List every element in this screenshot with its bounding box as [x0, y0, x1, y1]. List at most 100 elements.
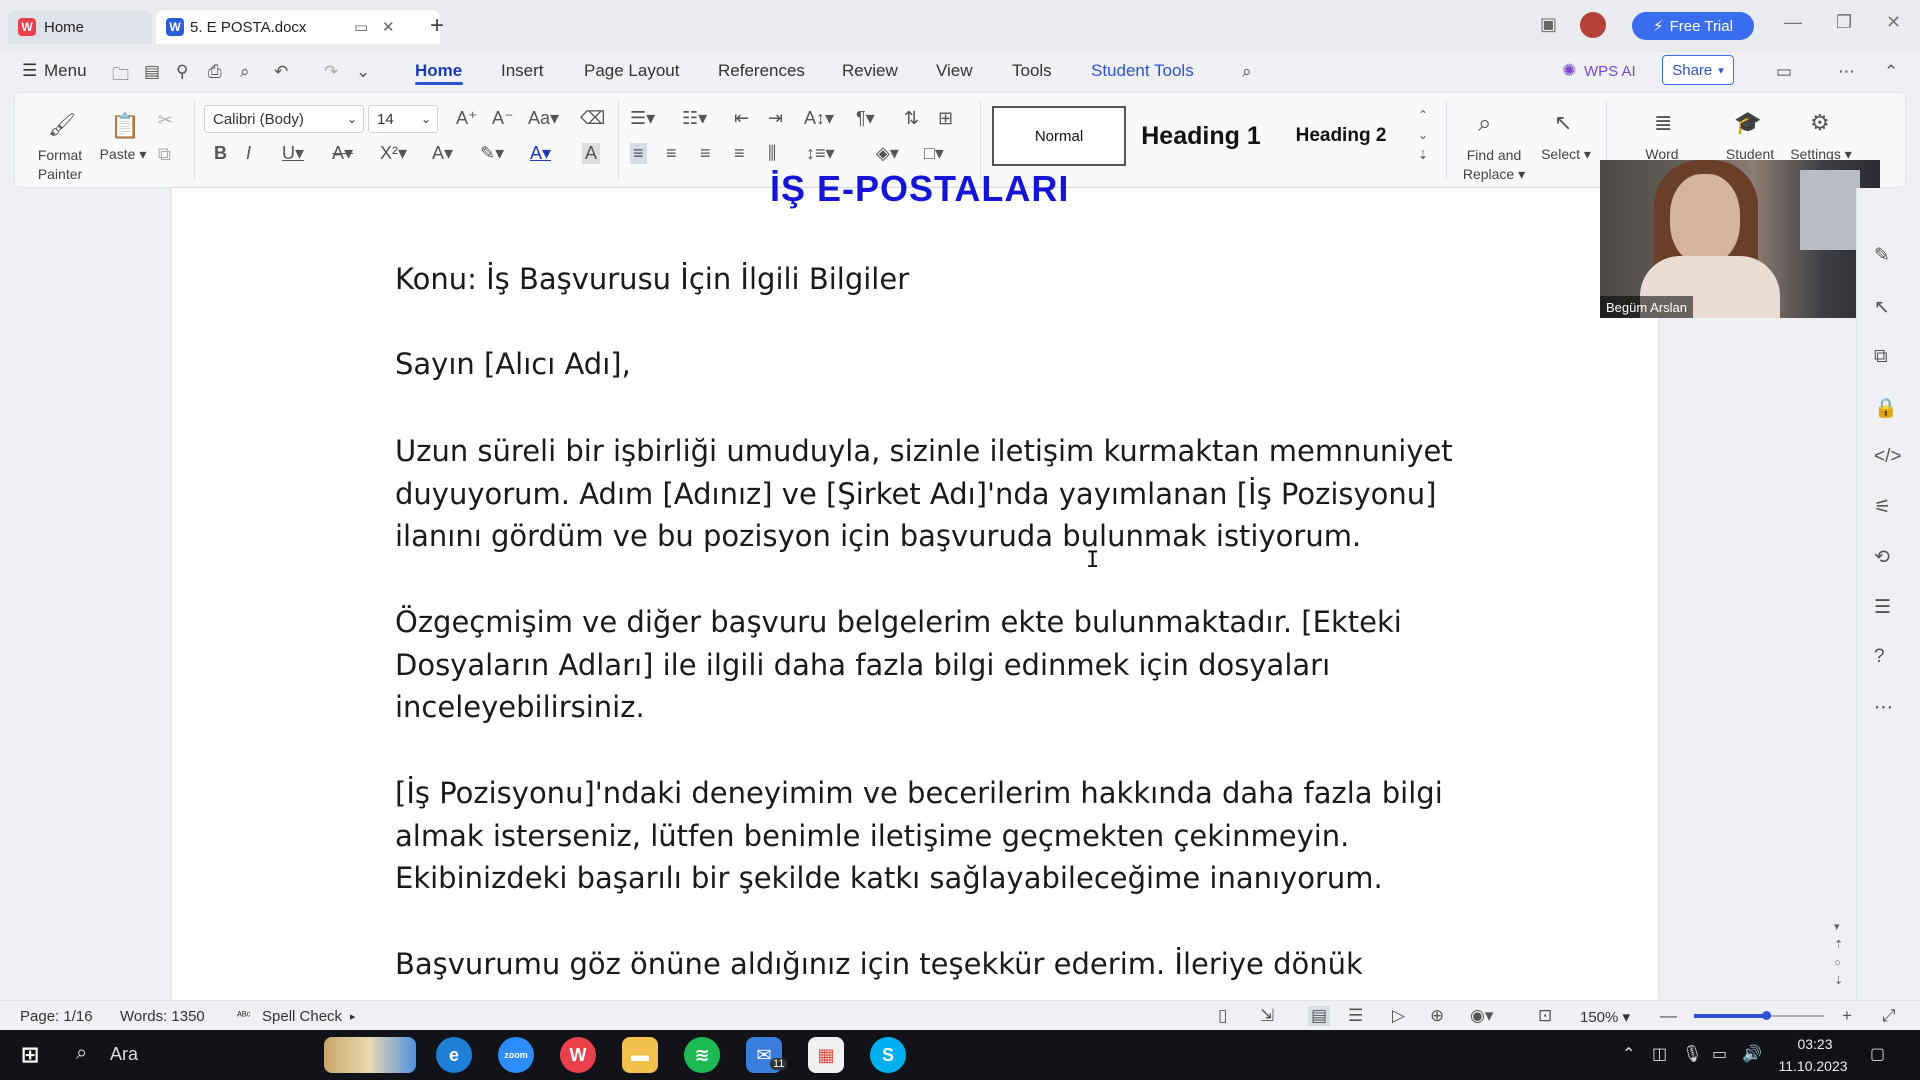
- menu-page-layout[interactable]: Page Layout: [584, 61, 679, 81]
- wps-ai-button[interactable]: WPS AI: [1584, 63, 1636, 80]
- page-indicator[interactable]: Page: 1/16: [20, 1008, 93, 1025]
- undo-icon[interactable]: ↶: [274, 62, 288, 82]
- table-icon[interactable]: ⊞: [938, 108, 953, 129]
- skype-icon[interactable]: S: [870, 1037, 906, 1073]
- underline-icon[interactable]: U▾: [282, 143, 304, 164]
- print-icon[interactable]: ⎙: [208, 62, 222, 82]
- menu-tools[interactable]: Tools: [1012, 61, 1052, 81]
- spotify-icon[interactable]: ≋: [684, 1037, 720, 1073]
- tab-close-icon[interactable]: ✕: [382, 18, 395, 36]
- export-icon[interactable]: ⇲: [1260, 1006, 1274, 1026]
- menu-view[interactable]: View: [936, 61, 973, 81]
- spell-check-button[interactable]: Spell Check: [262, 1008, 342, 1025]
- share-button[interactable]: Share ▾: [1662, 55, 1734, 85]
- find-replace-button[interactable]: Find and Replace ▾: [1452, 146, 1536, 184]
- font-size-select[interactable]: 14 ⌄: [368, 105, 438, 133]
- numbered-list-icon[interactable]: ☷▾: [682, 108, 707, 129]
- webcam-overlay[interactable]: Begüm Arslan: [1600, 160, 1880, 318]
- paragraph-2[interactable]: Özgeçmişim ve diğer başvuru belgelerim e…: [395, 601, 1455, 729]
- tab-home[interactable]: W Home: [8, 10, 152, 44]
- close-window-icon[interactable]: ✕: [1886, 12, 1901, 33]
- comment-icon[interactable]: ▭: [1776, 62, 1792, 82]
- menu-review[interactable]: Review: [842, 61, 898, 81]
- store-icon[interactable]: ▦: [808, 1037, 844, 1073]
- align-right-icon[interactable]: ≡: [700, 143, 711, 164]
- subject-line[interactable]: Konu: İş Başvurusu İçin İlgili Bilgiler: [395, 258, 1455, 301]
- clear-format-icon[interactable]: ⌫: [580, 108, 605, 129]
- widgets-icon[interactable]: [324, 1037, 416, 1073]
- line-spacing-icon[interactable]: ↕≡▾: [806, 143, 835, 164]
- free-trial-button[interactable]: ⚡ Free Trial: [1632, 12, 1754, 40]
- bold-icon[interactable]: B: [214, 143, 227, 164]
- wps-app-icon[interactable]: W: [560, 1037, 596, 1073]
- battery-icon[interactable]: ▭: [1712, 1044, 1727, 1064]
- increase-indent-icon[interactable]: ⇥: [768, 108, 783, 129]
- tab-document[interactable]: W 5. E POSTA.docx ▭ ✕: [156, 10, 440, 44]
- new-tab-icon[interactable]: +: [430, 12, 444, 40]
- print-layout-icon[interactable]: ▤: [1308, 1006, 1331, 1026]
- hamburger-icon[interactable]: ☰: [22, 61, 37, 81]
- search-icon[interactable]: ⌕: [76, 1042, 87, 1065]
- quick-access-more-icon[interactable]: ⌄: [356, 62, 370, 82]
- zoom-out-icon[interactable]: —: [1660, 1006, 1677, 1026]
- tray-expand-icon[interactable]: ⌃: [1622, 1044, 1635, 1064]
- strikethrough-icon[interactable]: A▾: [332, 143, 353, 164]
- styles-expand-icon[interactable]: ⇣: [1418, 148, 1428, 162]
- justify-icon[interactable]: ≡: [734, 143, 745, 164]
- shading-icon[interactable]: ◈▾: [876, 143, 899, 164]
- change-case-icon[interactable]: Aa▾: [528, 108, 559, 129]
- windows-start-icon[interactable]: ⊞: [12, 1037, 48, 1073]
- clock-time[interactable]: 03:23: [1780, 1036, 1850, 1052]
- distributed-icon[interactable]: ⫼: [768, 143, 776, 164]
- layout-icon[interactable]: ▣: [1540, 14, 1557, 35]
- word-count[interactable]: Words: 1350: [120, 1008, 205, 1025]
- text-effect-icon[interactable]: A▾: [432, 143, 453, 164]
- collapse-ribbon-icon[interactable]: ⌃: [1884, 62, 1898, 82]
- select-button[interactable]: Select ▾: [1536, 146, 1596, 163]
- copy-icon[interactable]: ⧉: [158, 144, 171, 165]
- menu-insert[interactable]: Insert: [501, 61, 544, 81]
- decrease-indent-icon[interactable]: ⇤: [734, 108, 749, 129]
- align-center-icon[interactable]: ≡: [666, 143, 677, 164]
- styles-scroll-down-icon[interactable]: ⌄: [1418, 128, 1428, 142]
- italic-icon[interactable]: I: [246, 143, 251, 164]
- font-color-icon[interactable]: A▾: [530, 143, 551, 164]
- paragraph-3[interactable]: [İş Pozisyonu]'ndaki deneyimim ve beceri…: [395, 772, 1455, 900]
- char-shading-icon[interactable]: A: [582, 143, 601, 164]
- paste-button[interactable]: Paste ▾: [98, 146, 148, 163]
- increase-font-icon[interactable]: A⁺: [456, 108, 478, 129]
- restore-icon[interactable]: ❐: [1836, 12, 1852, 33]
- edge-icon[interactable]: e: [436, 1037, 472, 1073]
- text-direction-icon[interactable]: A↕▾: [804, 108, 834, 129]
- history-icon[interactable]: ⟲: [1874, 546, 1890, 569]
- zoom-app-icon[interactable]: zoom: [498, 1037, 534, 1073]
- style-normal[interactable]: Normal: [992, 106, 1126, 166]
- list-icon[interactable]: ☰: [1874, 596, 1891, 619]
- meet-now-icon[interactable]: ◫: [1652, 1044, 1667, 1064]
- fit-page-icon[interactable]: ⊡: [1538, 1006, 1552, 1026]
- menu-student-tools[interactable]: Student Tools: [1091, 61, 1194, 81]
- greeting-line[interactable]: Sayın [Alıcı Adı],: [395, 343, 1455, 386]
- play-icon[interactable]: ▷: [1392, 1006, 1405, 1026]
- superscript-icon[interactable]: X²▾: [380, 143, 407, 164]
- pen-icon[interactable]: ✎: [1874, 244, 1890, 267]
- more-icon[interactable]: ⋯: [1874, 696, 1893, 719]
- print-preview-icon[interactable]: ⌕: [240, 62, 250, 82]
- paragraph-mark-icon[interactable]: ¶▾: [856, 108, 875, 129]
- avatar[interactable]: [1580, 12, 1606, 38]
- search-icon[interactable]: ⌕: [1242, 62, 1252, 82]
- cut-icon[interactable]: ✂: [158, 110, 173, 131]
- zoom-in-icon[interactable]: +: [1842, 1006, 1852, 1026]
- volume-icon[interactable]: 🔊: [1742, 1044, 1762, 1064]
- crop-icon[interactable]: ⧉: [1874, 346, 1888, 368]
- menu-home[interactable]: Home: [415, 61, 462, 81]
- lock-icon[interactable]: 🔒: [1874, 396, 1898, 420]
- align-left-icon[interactable]: ≡: [630, 143, 647, 164]
- font-name-select[interactable]: Calibri (Body) ⌄: [204, 105, 364, 133]
- highlight-icon[interactable]: ✎▾: [480, 143, 504, 164]
- taskbar-search[interactable]: Ara: [110, 1044, 138, 1065]
- format-painter-button[interactable]: Format Painter: [30, 146, 90, 184]
- redo-icon[interactable]: ↷: [324, 62, 338, 82]
- link-icon[interactable]: ⚲: [176, 62, 188, 82]
- help-icon[interactable]: ?: [1874, 646, 1885, 668]
